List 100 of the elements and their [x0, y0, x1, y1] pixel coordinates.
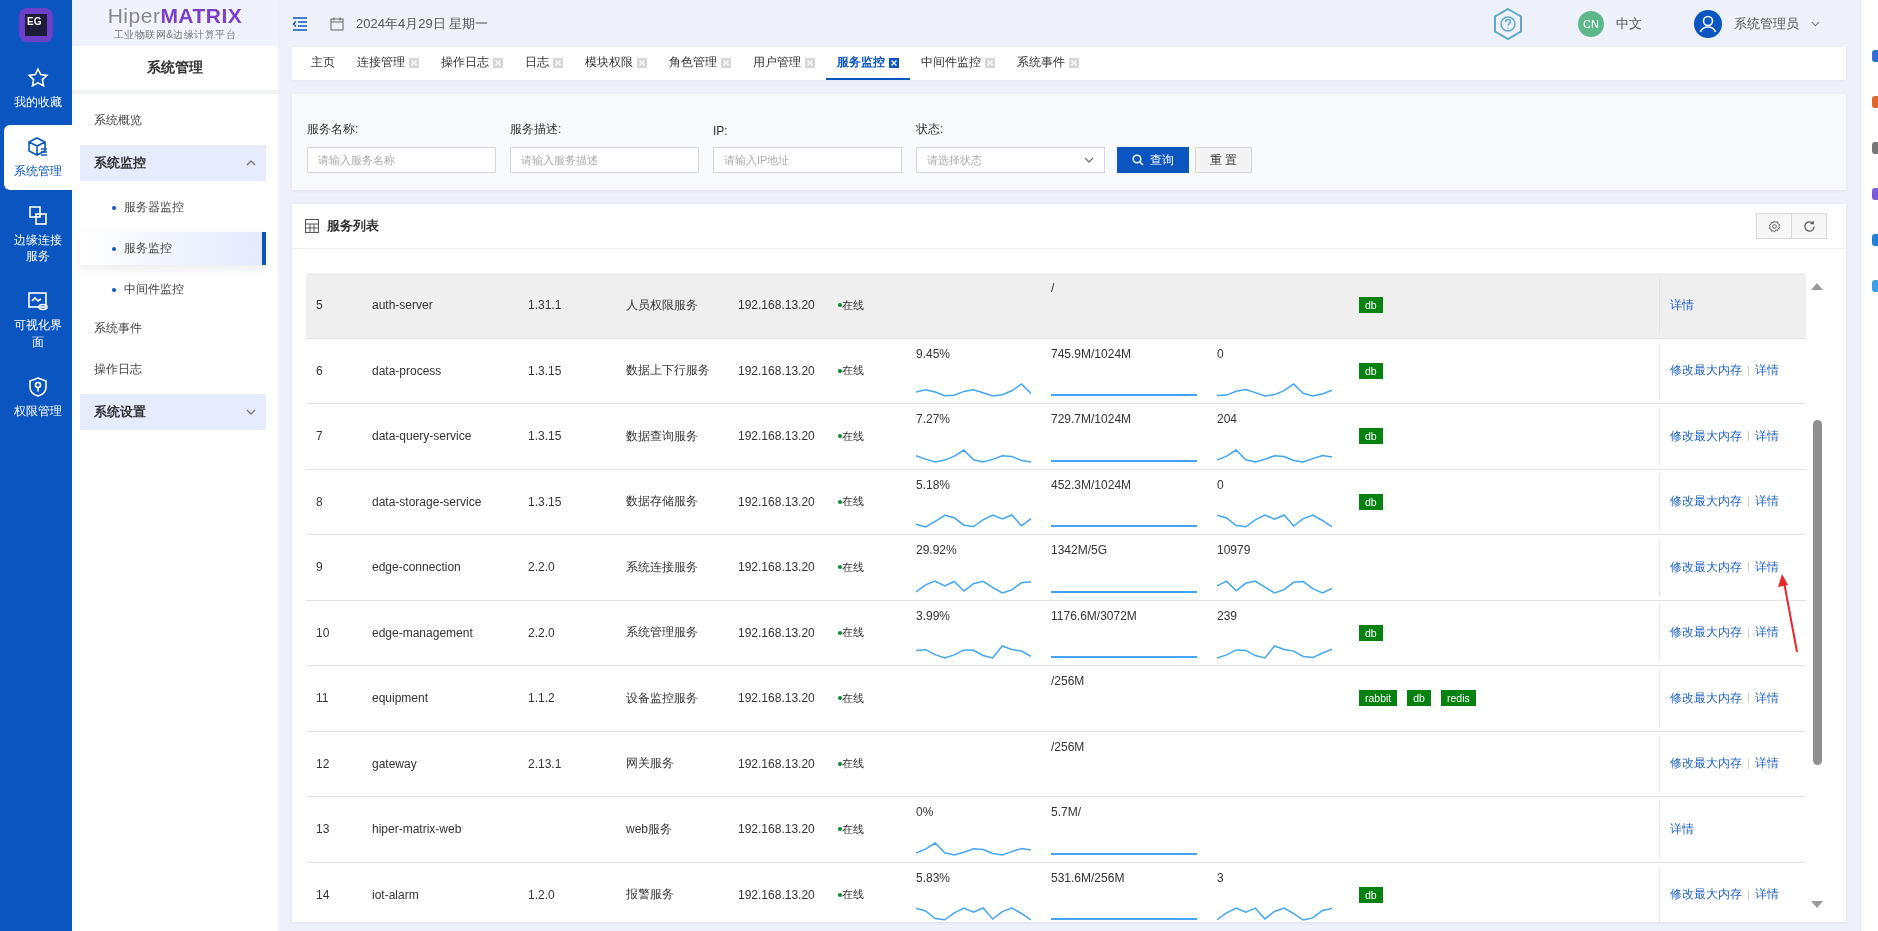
language-label[interactable]: 中文 — [1616, 14, 1642, 33]
tag: db — [1359, 362, 1383, 379]
user-avatar-icon[interactable] — [1694, 9, 1722, 38]
chevron-down-icon[interactable] — [1811, 20, 1820, 27]
tab[interactable]: 主页 — [300, 47, 346, 80]
table-cell-text: gateway — [371, 755, 418, 773]
cpu-value: 3.99% — [916, 608, 951, 623]
status-text: 在线 — [842, 297, 864, 313]
filter-field[interactable]: 请输入服务名称 — [307, 147, 496, 173]
action-link[interactable]: 详情 — [1755, 427, 1779, 445]
app-icon[interactable] — [1872, 188, 1878, 200]
search-button[interactable]: 查询 — [1117, 147, 1189, 173]
menu-group[interactable]: 系统设置 — [80, 394, 266, 430]
refresh-button[interactable] — [1791, 213, 1827, 239]
table-cell-text: 设备监控服务 — [625, 689, 699, 707]
sidebar-title: 系统管理 — [72, 46, 278, 94]
scrollbar-thumb[interactable] — [1812, 420, 1822, 765]
help-icon[interactable] — [1492, 6, 1524, 41]
table-cell-text: 系统管理服务 — [625, 624, 699, 642]
action-link[interactable]: 修改最大内存 — [1670, 886, 1742, 904]
action-link[interactable]: 详情 — [1755, 755, 1779, 773]
box-icon — [26, 134, 50, 159]
action-link[interactable]: 详情 — [1755, 886, 1779, 904]
table-cell-text: data-storage-service — [371, 493, 483, 511]
menu-group[interactable]: 系统监控 — [80, 145, 266, 181]
app-icon[interactable] — [1872, 280, 1878, 292]
tab[interactable]: 系统事件 — [1006, 47, 1090, 80]
settings-button[interactable] — [1756, 213, 1792, 239]
status-text: 在线 — [842, 363, 864, 379]
tab[interactable]: 中间件监控 — [910, 47, 1006, 80]
submenu-item[interactable]: 服务监控 — [80, 232, 266, 265]
reset-button[interactable]: 重 置 — [1195, 147, 1253, 173]
close-icon[interactable] — [889, 57, 899, 68]
action-link[interactable]: 修改最大内存 — [1670, 558, 1742, 576]
table-cell-text: 192.168.13.20 — [737, 362, 816, 380]
submenu-item[interactable]: 中间件监控 — [80, 273, 266, 306]
tab[interactable]: 连接管理 — [346, 47, 430, 80]
action-link[interactable]: 修改最大内存 — [1670, 427, 1742, 445]
action-link[interactable]: 修改最大内存 — [1670, 624, 1742, 642]
chevron-up-icon — [246, 160, 256, 166]
nav-item[interactable]: 我的收藏 — [4, 56, 72, 121]
filter-field[interactable]: 请输入服务描述 — [510, 147, 699, 173]
tab[interactable]: 日志 — [514, 47, 574, 80]
table-cell-text: 数据存储服务 — [625, 493, 699, 511]
user-name[interactable]: 系统管理员 — [1734, 14, 1799, 33]
app-icon[interactable] — [1872, 142, 1878, 154]
app-icon[interactable] — [1872, 234, 1878, 246]
table-cell-text: 2.13.1 — [527, 755, 563, 773]
tab[interactable]: 模块权限 — [574, 47, 658, 80]
action-link[interactable]: 修改最大内存 — [1670, 689, 1742, 707]
table-cell-text: 192.168.13.20 — [737, 297, 816, 315]
action-link[interactable]: 详情 — [1755, 362, 1779, 380]
nav-item[interactable]: 边缘连接服务 — [4, 193, 72, 276]
memory-value: 745.9M/1024M — [1051, 346, 1132, 361]
table-cell-text: 192.168.13.20 — [737, 428, 816, 446]
table-cell-text: 1.2.0 — [527, 886, 556, 904]
tag: db — [1359, 428, 1383, 445]
menu-fold-icon[interactable] — [292, 16, 308, 31]
action-link[interactable]: 详情 — [1755, 558, 1779, 576]
nav-item[interactable]: 系统管理 — [4, 124, 72, 190]
table-row[interactable]: 5 auth-server 1.31.1 人员权限服务 192.168.13.20 在线 / db 详情 — [306, 273, 1806, 339]
app-icon[interactable] — [1872, 50, 1878, 62]
action-link[interactable]: 详情 — [1755, 624, 1779, 642]
cpu-value: 9.45% — [916, 346, 951, 361]
table-cell-text: 192.168.13.20 — [737, 821, 816, 839]
action-link[interactable]: 修改最大内存 — [1670, 362, 1742, 380]
table-cell-text: 192.168.13.20 — [737, 886, 816, 904]
star-icon — [26, 66, 50, 90]
status-text: 在线 — [842, 428, 864, 444]
table-cell-text: 8 — [315, 493, 324, 511]
menu-item[interactable]: 操作日志 — [80, 351, 266, 388]
cpu-value: 0% — [916, 805, 934, 819]
table-cell-text: 192.168.13.20 — [737, 690, 816, 708]
status-dot — [838, 892, 842, 897]
memory-value: 531.6M/256M — [1051, 870, 1125, 885]
menu-item[interactable]: 系统事件 — [80, 310, 266, 347]
submenu-item[interactable]: 服务器监控 — [80, 191, 266, 224]
chevron-down-icon — [246, 409, 256, 415]
action-link[interactable]: 修改最大内存 — [1670, 493, 1742, 511]
action-link[interactable]: 详情 — [1755, 689, 1779, 707]
tab[interactable]: 操作日志 — [430, 47, 514, 80]
filter-label: 服务名称: — [307, 121, 360, 138]
action-link[interactable]: 修改最大内存 — [1670, 755, 1742, 773]
action-link[interactable]: 详情 — [1755, 493, 1779, 511]
chevron-down-icon — [1084, 157, 1094, 163]
tab[interactable]: 服务监控 — [826, 47, 910, 80]
nav-item[interactable]: 权限管理 — [4, 364, 72, 430]
tab[interactable]: 角色管理 — [658, 47, 742, 80]
menu-item[interactable]: 系统概览 — [80, 102, 266, 139]
action-link[interactable]: 详情 — [1670, 296, 1694, 314]
nav-item[interactable]: 可视化界面 — [4, 279, 72, 361]
count-value: 204 — [1217, 412, 1238, 426]
scroll-up-icon[interactable] — [1811, 283, 1823, 290]
status-dot — [838, 434, 842, 439]
shield-icon — [26, 374, 50, 399]
scroll-down-icon[interactable] — [1811, 901, 1823, 908]
filter-field[interactable]: 请输入IP地址 — [713, 147, 902, 173]
app-icon[interactable] — [1872, 96, 1878, 108]
action-link[interactable]: 详情 — [1670, 820, 1694, 838]
tab[interactable]: 用户管理 — [742, 47, 826, 80]
